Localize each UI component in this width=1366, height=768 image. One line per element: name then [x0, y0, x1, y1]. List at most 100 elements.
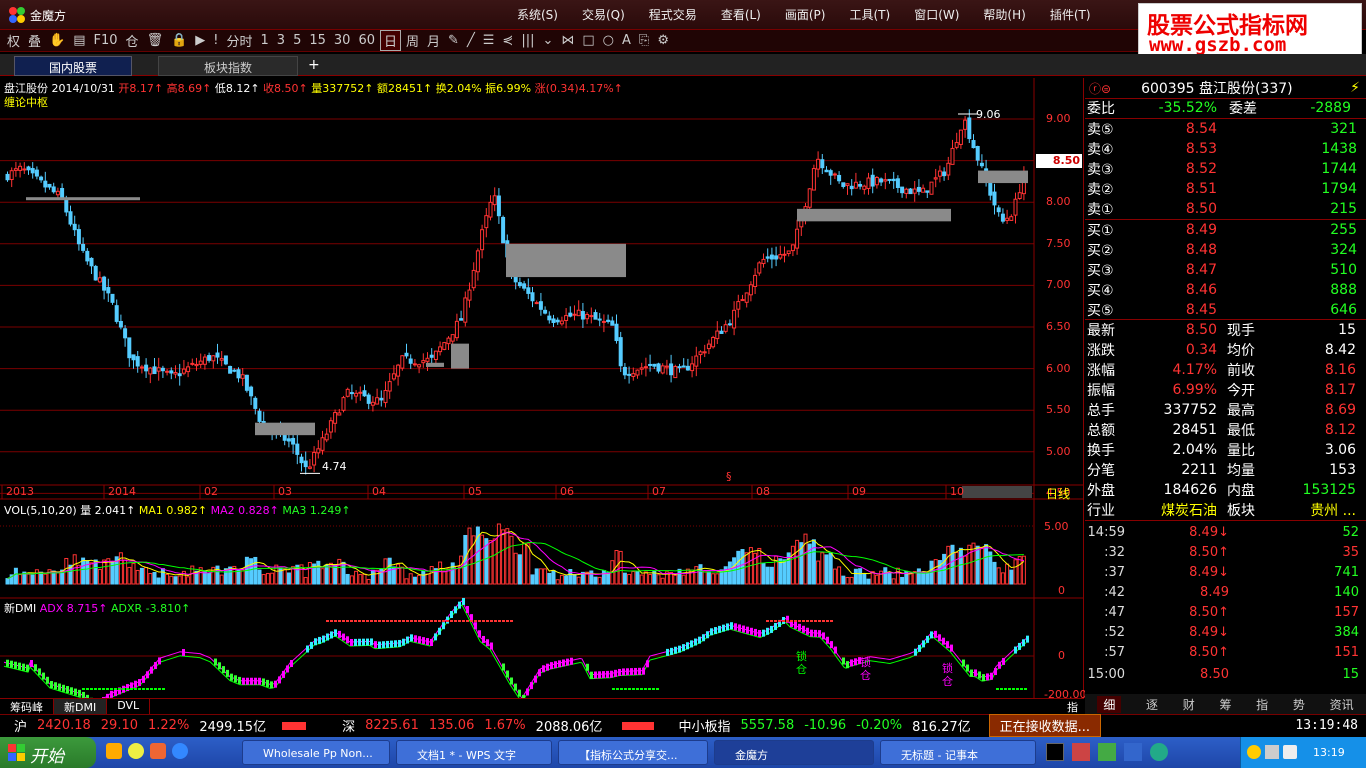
menu-item[interactable]: 帮助(H) [971, 6, 1037, 24]
tick-row[interactable]: :37 8.49↓ 741 [1085, 562, 1366, 582]
tick-row[interactable]: :32 8.50↑ 35 [1085, 542, 1366, 562]
toolbar-button[interactable]: ✎ [445, 33, 462, 48]
menu-item[interactable]: 程式交易 [637, 6, 709, 24]
toolbar-button[interactable]: 🔒 [168, 33, 190, 48]
toolbar-button[interactable]: 周 [403, 31, 422, 50]
volume-bar [950, 544, 955, 585]
toolbar-button[interactable]: ⚙ [654, 33, 672, 48]
quote-tab[interactable]: 势 [1293, 696, 1305, 713]
toolbar-button[interactable]: 分时 [223, 31, 255, 50]
toolbar-button[interactable]: 30 [331, 33, 354, 48]
toolbar-button[interactable]: ⎘ [636, 33, 652, 48]
bid-row[interactable]: 买④ 8.46 888 [1085, 280, 1366, 300]
toolbar-button[interactable]: ○ [600, 33, 617, 48]
event-marker[interactable]: § [726, 470, 732, 483]
toolbar-button[interactable]: A [619, 33, 634, 48]
menu-item[interactable]: 交易(Q) [570, 6, 637, 24]
tab-chip-peak[interactable]: 筹码峰 [0, 699, 54, 714]
toolbar-button[interactable]: 5 [290, 33, 304, 48]
taskbar-clock[interactable]: 13:19 [1313, 746, 1345, 759]
toolbar-button[interactable]: 15 [306, 33, 329, 48]
toolbar-button[interactable]: ☰ [480, 33, 498, 48]
toolbar-button[interactable]: 3 [274, 33, 288, 48]
tray-app-icon[interactable] [1046, 743, 1064, 761]
toolbar-button[interactable]: ✋ [46, 33, 68, 48]
ask-row[interactable]: 卖④ 8.53 1438 [1085, 139, 1366, 159]
toolbar-button[interactable]: F10 [91, 33, 121, 48]
toolbar-button[interactable]: 日 [379, 30, 401, 51]
menu-item[interactable]: 系统(S) [505, 6, 570, 24]
ask-row[interactable]: 卖② 8.51 1794 [1085, 179, 1366, 199]
task-notepad[interactable]: 无标题 - 记事本 [880, 740, 1036, 765]
tray-app-icon[interactable] [1124, 743, 1142, 761]
tray-app-icon[interactable] [1072, 743, 1090, 761]
indicator-toggle[interactable]: 指 [1061, 699, 1084, 714]
quick-launch-icon[interactable] [106, 743, 122, 759]
tray-app-icon[interactable] [1098, 743, 1116, 761]
chart-area[interactable]: 盘江股份 2014/10/31 开8.17↑ 高8.69↑ 低8.12↑ 收8.… [0, 78, 1086, 714]
browser-icon[interactable] [172, 743, 188, 759]
toolbar-button[interactable]: 🗑 [144, 33, 167, 48]
ask-row[interactable]: 卖③ 8.52 1744 [1085, 159, 1366, 179]
toolbar-button[interactable]: 1 [258, 33, 272, 48]
menu-item[interactable]: 窗口(W) [902, 6, 971, 24]
ask-row[interactable]: 卖⑤ 8.54 321 [1085, 119, 1366, 139]
ad-line-2: www.gszb.com [1149, 34, 1287, 56]
task-formula-share[interactable]: 【指标公式分享交... [558, 740, 708, 765]
tick-row[interactable]: :57 8.50↑ 151 [1085, 642, 1366, 662]
tab-new-dmi[interactable]: 新DMI [54, 699, 108, 714]
tick-row[interactable]: 14:59 8.49↓ 52 [1085, 522, 1366, 542]
add-tab-button[interactable]: + [308, 57, 320, 73]
tab-sector-index[interactable]: 板块指数 [158, 56, 298, 76]
toolbar-button[interactable]: 60 [355, 33, 378, 48]
bid-row[interactable]: 买⑤ 8.45 646 [1085, 300, 1366, 320]
task-wps[interactable]: 文档1 * - WPS 文字 [396, 740, 552, 765]
menu-item[interactable]: 工具(T) [837, 6, 902, 24]
toolbar-button[interactable]: ╱ [464, 33, 478, 48]
toolbar-button[interactable]: 月 [424, 31, 443, 50]
tab-dvl[interactable]: DVL [107, 699, 151, 714]
ask-row[interactable]: 卖① 8.50 215 [1085, 199, 1366, 219]
toolbar-button[interactable]: ⋈ [558, 33, 577, 48]
toolbar-button[interactable]: ! [210, 33, 221, 48]
task-jinmofang[interactable]: 金魔方 [714, 740, 874, 765]
menu-item[interactable]: 查看(L) [709, 6, 773, 24]
tray-app-icon[interactable] [1150, 743, 1168, 761]
quote-tab[interactable]: 细 [1097, 695, 1122, 713]
start-button[interactable]: 开始 [0, 737, 96, 768]
kline-chart[interactable] [0, 78, 1084, 714]
toolbar-button[interactable]: ⋞ [499, 33, 516, 48]
menu-item[interactable]: 画面(P) [773, 6, 838, 24]
toolbar-button[interactable]: ▶ [192, 33, 208, 48]
tick-row[interactable]: :47 8.50↑ 157 [1085, 602, 1366, 622]
toolbar-button[interactable]: ||| [518, 33, 537, 48]
bid-row[interactable]: 买① 8.49 255 [1085, 220, 1366, 240]
bid-row[interactable]: 买③ 8.47 510 [1085, 260, 1366, 280]
network-icon[interactable] [1265, 745, 1279, 759]
toolbar-button[interactable]: 仓 [123, 31, 142, 50]
menu-item[interactable]: 插件(T) [1038, 6, 1103, 24]
toolbar-button[interactable]: ⌄ [539, 33, 556, 48]
quote-tab[interactable]: 筹 [1219, 696, 1231, 713]
quote-tab[interactable]: 财 [1183, 696, 1195, 713]
qq-tray-icon[interactable] [1247, 745, 1261, 759]
toolbar-button[interactable]: 叠 [25, 31, 44, 50]
tick-row[interactable]: :52 8.49↓ 384 [1085, 622, 1366, 642]
ad-banner[interactable]: 股票公式指标网 www.gszb.com [1138, 3, 1362, 57]
mail-icon[interactable] [150, 743, 166, 759]
task-wholesale[interactable]: Wholesale Pp Non... [242, 740, 390, 765]
volume-icon[interactable] [1283, 745, 1297, 759]
bid-row[interactable]: 买② 8.48 324 [1085, 240, 1366, 260]
qq-icon[interactable] [128, 743, 144, 759]
tick-row[interactable]: :42 8.49 140 [1085, 582, 1366, 602]
period-label[interactable]: 日线 [1046, 485, 1070, 502]
quote-tab[interactable]: 资讯 [1330, 696, 1354, 713]
tab-domestic-stocks[interactable]: 国内股票 [14, 56, 132, 76]
toolbar-button[interactable]: 权 [4, 31, 23, 50]
toolbar-button[interactable]: □ [579, 33, 597, 48]
quote-tab[interactable]: 逐 [1146, 696, 1158, 713]
quote-tab[interactable]: 指 [1256, 696, 1268, 713]
tick-row[interactable]: 15:00 8.50 15 [1085, 664, 1366, 684]
candle-body [719, 330, 724, 334]
toolbar-button[interactable]: ▤ [70, 33, 88, 48]
